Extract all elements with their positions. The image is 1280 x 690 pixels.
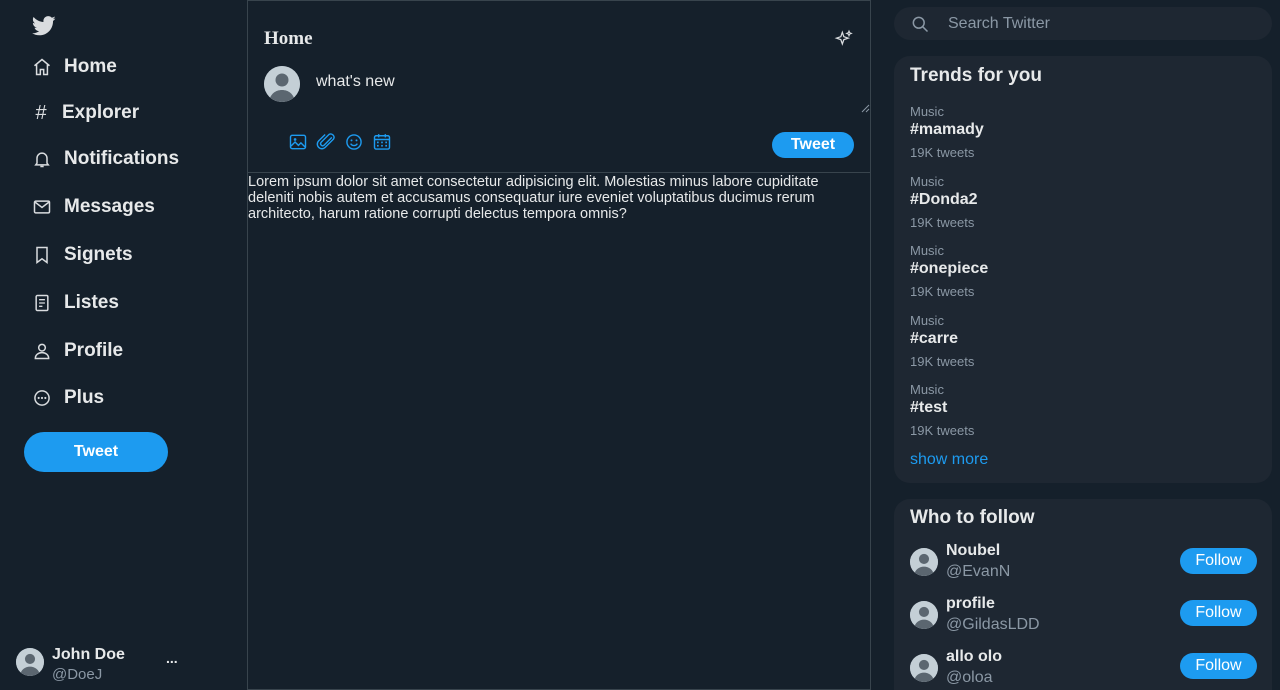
avatar bbox=[264, 66, 300, 102]
suggestion-name: Noubel bbox=[946, 542, 1001, 559]
suggestion-name: allo olo bbox=[946, 648, 1002, 665]
resize-handle-icon[interactable] bbox=[860, 103, 870, 113]
sidebar-item-label: Notifications bbox=[64, 148, 180, 169]
who-to-follow-panel: Who to follow Noubel @EvanN Follow profi… bbox=[894, 499, 1272, 690]
follow-button[interactable]: Follow bbox=[1180, 600, 1257, 626]
avatar bbox=[910, 548, 938, 576]
user-display-name: John Doe bbox=[52, 646, 125, 663]
account-switcher[interactable]: John Doe @DoeJ ... bbox=[16, 644, 236, 686]
sidebar-item-label: Profile bbox=[64, 340, 124, 361]
sidebar-item-signets[interactable]: Signets bbox=[32, 240, 133, 270]
home-icon bbox=[32, 57, 52, 77]
divider bbox=[248, 172, 870, 173]
user-handle: @DoeJ bbox=[52, 666, 103, 683]
sidebar-item-label: Home bbox=[64, 56, 117, 77]
page-title: Home bbox=[264, 28, 313, 49]
avatar bbox=[910, 654, 938, 682]
show-more-link[interactable]: show more bbox=[910, 451, 988, 469]
sidebar-item-messages[interactable]: Messages bbox=[32, 192, 155, 222]
trend-item[interactable]: Music #mamady 19K tweets bbox=[910, 104, 1250, 166]
suggestion-name: profile bbox=[946, 595, 995, 612]
trend-item[interactable]: Music #test 19K tweets bbox=[910, 382, 1250, 444]
tweet-text: Lorem ipsum dolor sit amet consectetur a… bbox=[248, 174, 819, 222]
emoji-icon[interactable] bbox=[344, 132, 364, 152]
sidebar-item-notifications[interactable]: Notifications bbox=[32, 144, 179, 174]
sidebar-item-profile[interactable]: Profile bbox=[32, 336, 123, 366]
trend-category: Music bbox=[910, 313, 944, 328]
main-timeline: Home Tweet Lorem ipsum dol bbox=[247, 0, 871, 690]
list-icon bbox=[32, 293, 52, 313]
search-input[interactable] bbox=[948, 14, 1248, 33]
sidebar-item-label: Listes bbox=[64, 292, 119, 313]
search-bar[interactable] bbox=[894, 7, 1272, 40]
trend-hashtag: #mamady bbox=[910, 121, 984, 138]
sidebar-item-label: Messages bbox=[64, 196, 155, 217]
trends-title: Trends for you bbox=[910, 65, 1042, 86]
trend-item[interactable]: Music #carre 19K tweets bbox=[910, 313, 1250, 375]
envelope-icon bbox=[32, 197, 52, 217]
suggestion-handle: @GildasLDD bbox=[946, 616, 1040, 633]
sidebar-item-home[interactable]: Home bbox=[32, 52, 117, 82]
person-icon bbox=[32, 341, 52, 361]
trend-category: Music bbox=[910, 243, 944, 258]
sidebar-item-label: Plus bbox=[64, 387, 105, 408]
trends-panel: Trends for you Music #mamady 19K tweets … bbox=[894, 56, 1272, 483]
suggestion-handle: @oloa bbox=[946, 669, 993, 686]
sidebar-item-label: Explorer bbox=[62, 102, 140, 123]
follow-suggestion: allo olo @oloa Follow bbox=[910, 648, 1257, 690]
trend-category: Music bbox=[910, 174, 944, 189]
sidebar: Home # Explorer Notifications Messages S… bbox=[0, 0, 247, 690]
follow-suggestion: Noubel @EvanN Follow bbox=[910, 542, 1257, 586]
app-root: Home # Explorer Notifications Messages S… bbox=[0, 0, 1280, 690]
follow-button[interactable]: Follow bbox=[1180, 548, 1257, 574]
twitter-bird-icon[interactable] bbox=[32, 15, 56, 37]
trend-hashtag: #carre bbox=[910, 330, 959, 347]
sidebar-item-label: Signets bbox=[64, 244, 133, 265]
bookmark-icon bbox=[32, 245, 52, 265]
compose-toolbar bbox=[288, 132, 392, 154]
follow-suggestion: profile @GildasLDD Follow bbox=[910, 595, 1257, 639]
trend-count: 19K tweets bbox=[910, 354, 975, 369]
sparkle-icon[interactable] bbox=[834, 29, 854, 49]
trend-item[interactable]: Music #onepiece 19K tweets bbox=[910, 243, 1250, 305]
trend-count: 19K tweets bbox=[910, 215, 975, 230]
trend-item[interactable]: Music #Donda2 19K tweets bbox=[910, 174, 1250, 236]
sidebar-item-plus[interactable]: Plus bbox=[32, 383, 104, 413]
trend-hashtag: #Donda2 bbox=[910, 191, 978, 208]
trend-count: 19K tweets bbox=[910, 145, 975, 160]
trend-count: 19K tweets bbox=[910, 423, 975, 438]
who-to-follow-title: Who to follow bbox=[910, 507, 1035, 528]
avatar bbox=[910, 601, 938, 629]
sidebar-item-explorer[interactable]: # Explorer bbox=[32, 98, 139, 128]
sidebar-item-listes[interactable]: Listes bbox=[32, 288, 119, 318]
more-options-icon[interactable]: ... bbox=[166, 650, 178, 666]
search-icon bbox=[910, 14, 930, 34]
compose-tweet-button[interactable]: Tweet bbox=[772, 132, 854, 158]
suggestion-handle: @EvanN bbox=[946, 563, 1011, 580]
trend-category: Music bbox=[910, 382, 944, 397]
attach-icon[interactable] bbox=[316, 132, 336, 152]
image-icon[interactable] bbox=[288, 132, 308, 152]
hash-icon: # bbox=[35, 101, 47, 124]
compose-textarea[interactable] bbox=[306, 65, 871, 113]
trend-hashtag: #test bbox=[910, 399, 948, 416]
calendar-icon[interactable] bbox=[372, 132, 392, 152]
trend-count: 19K tweets bbox=[910, 284, 975, 299]
trend-category: Music bbox=[910, 104, 944, 119]
trend-hashtag: #onepiece bbox=[910, 260, 989, 277]
follow-button[interactable]: Follow bbox=[1180, 653, 1257, 679]
avatar bbox=[16, 648, 44, 676]
bell-icon bbox=[32, 149, 52, 169]
more-circle-icon bbox=[32, 388, 52, 408]
tweet-button[interactable]: Tweet bbox=[24, 432, 168, 472]
